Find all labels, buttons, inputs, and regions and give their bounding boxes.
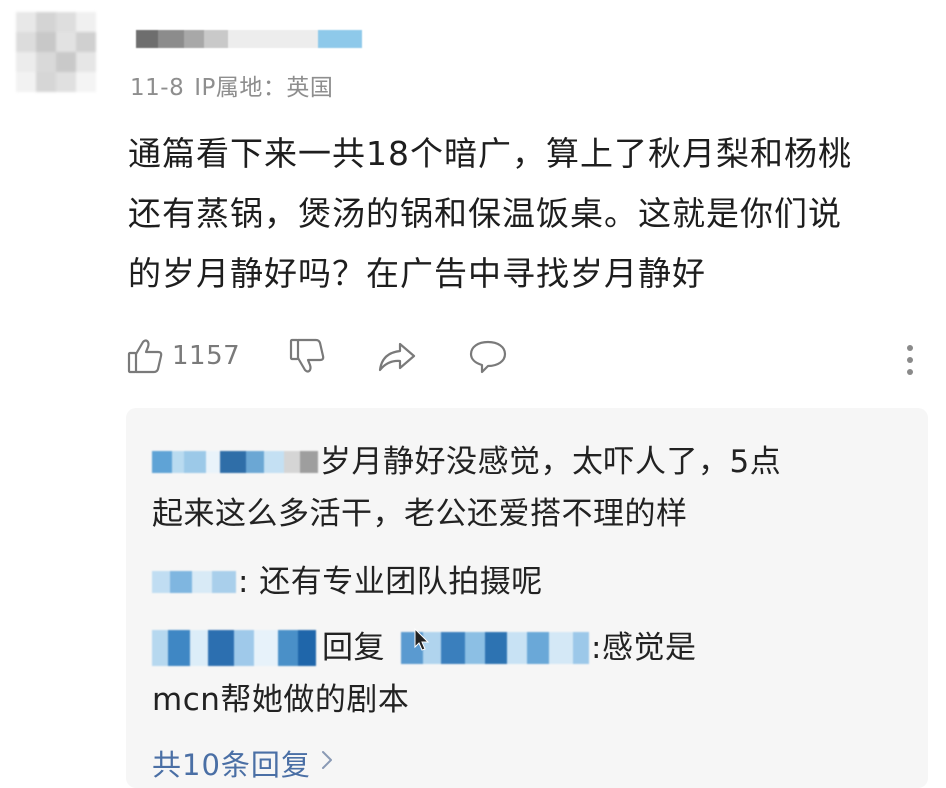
like-count: 1157 (172, 341, 241, 371)
action-bar: 1157 (126, 336, 926, 384)
thumbs-down-icon (288, 336, 328, 376)
reply-text: mcn帮她做的剧本 (152, 682, 410, 718)
comment-meta: 11-8 IP属地：英国 (130, 68, 333, 102)
reply-item[interactable]: : 还有专业团队拍摄呢 (152, 556, 543, 608)
reply-to-word: 回复 (322, 630, 385, 666)
like-button[interactable]: 1157 (126, 336, 240, 376)
reply-username[interactable] (152, 569, 236, 595)
comment-button[interactable] (468, 336, 508, 376)
username[interactable] (136, 30, 362, 48)
comment-date: 11-8 (130, 75, 185, 101)
dislike-button[interactable] (288, 336, 328, 376)
mouse-cursor-icon (414, 627, 430, 656)
chevron-right-icon (321, 750, 333, 776)
avatar[interactable] (16, 12, 96, 92)
share-button[interactable] (376, 336, 418, 376)
share-icon (376, 336, 418, 376)
comment-line: 的岁月静好吗？在广告中寻找岁月静好 (128, 254, 706, 293)
reply-username[interactable] (152, 449, 318, 475)
view-all-replies-link[interactable]: 共10条回复 (152, 742, 333, 784)
more-vertical-icon (904, 345, 916, 382)
thumbs-up-icon (126, 336, 166, 376)
reply-text: :感觉是 (591, 630, 697, 666)
speech-bubble-icon (468, 336, 508, 376)
reply-item[interactable]: 岁月静好没感觉，太吓人了，5点 起来这么多活干，老公还爱搭不理的样 (152, 436, 781, 540)
more-button[interactable] (904, 342, 916, 382)
reply-username[interactable] (152, 628, 316, 668)
reply-text: : 还有专业团队拍摄呢 (238, 564, 543, 600)
reply-text: 岁月静好没感觉，太吓人了，5点 (320, 444, 782, 480)
replies-panel: 岁月静好没感觉，太吓人了，5点 起来这么多活干，老公还爱搭不理的样 : 还有专业… (126, 408, 928, 788)
comment-content: 通篇看下来一共18个暗广，算上了秋月梨和杨桃 还有蒸锅，煲汤的锅和保温饭桌。这就… (128, 124, 928, 304)
reply-text: 起来这么多活干，老公还爱搭不理的样 (152, 496, 688, 532)
comment-line: 还有蒸锅，煲汤的锅和保温饭桌。这就是你们说 (128, 194, 842, 233)
view-all-replies-label: 共10条回复 (152, 748, 311, 782)
comment-line: 通篇看下来一共18个暗广，算上了秋月梨和杨桃 (128, 134, 852, 173)
ip-location: IP属地：英国 (194, 75, 334, 101)
